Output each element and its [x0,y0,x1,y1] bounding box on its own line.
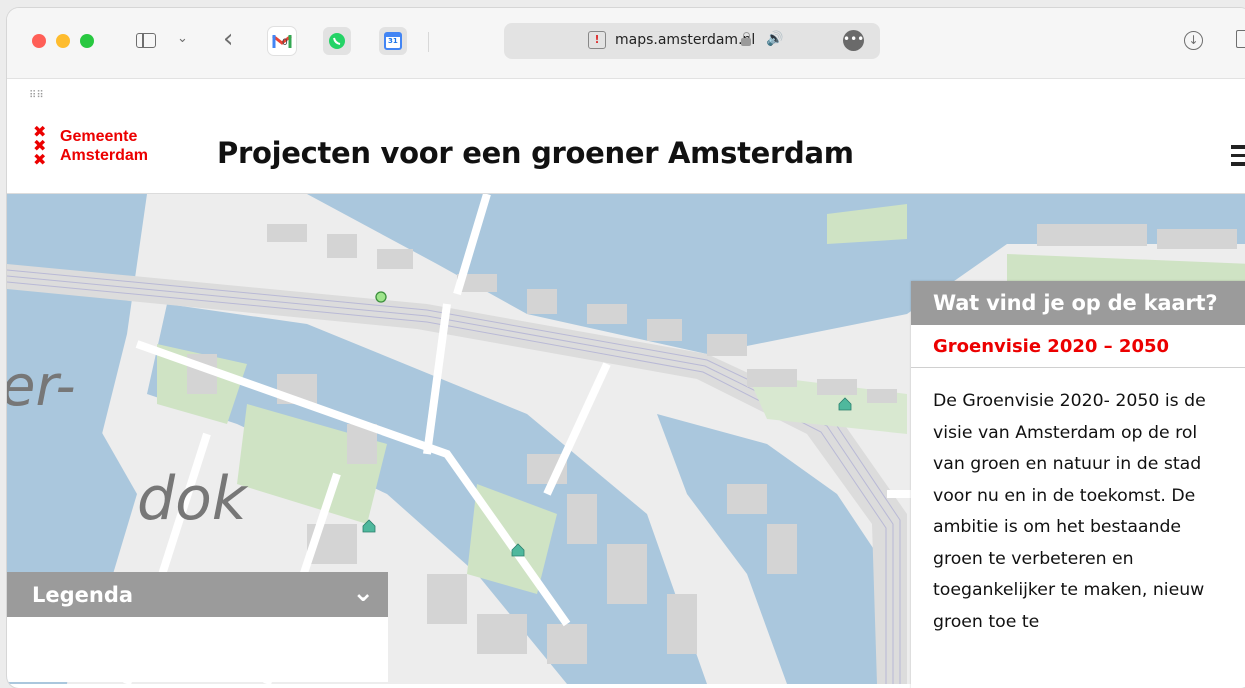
minimize-window-button[interactable] [56,34,70,48]
back-button[interactable]: ‹ [223,24,233,54]
close-window-button[interactable] [32,34,46,48]
gmail-badge: 0 [282,38,288,48]
sidebar-toggle-icon[interactable] [136,33,156,48]
address-bar[interactable]: ! maps.amsterdam.nl 🔊 ••• [504,23,880,59]
map-point-marker [375,291,387,303]
page-header: ✖ ✖ ✖ Gemeente Amsterdam Projecten voor ee… [7,113,1245,194]
logo-text: Gemeente Amsterdam [60,128,149,164]
whatsapp-icon [329,33,345,49]
browser-toolbar: ⌄ ‹ 0 31 ! maps.amsterdam.nl 🔊 ••• ↓ [7,8,1245,79]
hamburger-menu-icon[interactable] [1231,145,1245,171]
lock-icon [741,32,751,46]
info-panel: Wat vind je op de kaart? Groenvisie 2020… [911,281,1245,688]
info-panel-heading[interactable]: Wat vind je op de kaart? [911,281,1245,325]
chevron-down-icon[interactable]: ⌄ [352,578,374,608]
chevron-down-icon[interactable]: ⌄ [177,31,188,46]
legend-title: Legenda [32,583,134,607]
speaker-icon[interactable]: 🔊 [766,31,783,47]
url-text[interactable]: maps.amsterdam.nl [615,32,755,48]
info-panel-subheading: Groenvisie 2020 – 2050 [911,325,1245,368]
more-options-icon[interactable]: ••• [843,30,864,51]
download-icon[interactable]: ↓ [1184,31,1203,50]
info-panel-body: De Groenvisie 2020- 2050 is de visie van… [933,391,1206,632]
browser-window: ⌄ ‹ 0 31 ! maps.amsterdam.nl 🔊 ••• ↓ ⠿⠿ … [7,8,1245,688]
fullscreen-window-button[interactable] [80,34,94,48]
calendar-favorite[interactable]: 31 [379,27,407,55]
whatsapp-favorite[interactable] [323,27,351,55]
legend-header[interactable]: Legenda ⌄ [7,572,388,617]
apps-grid-icon[interactable]: ⠿⠿ [29,90,44,101]
map-place-label: dok [137,464,247,534]
page-title: Projecten voor een groener Amsterdam [217,136,854,170]
toolbar-divider [428,32,429,52]
page-warning-icon[interactable]: ! [588,31,606,49]
gmail-favorite[interactable]: 0 [268,27,296,55]
andreas-crosses-icon: ✖ ✖ ✖ [33,122,47,169]
map-place-label: er- [7,354,76,419]
calendar-day: 31 [388,37,398,45]
share-icon[interactable] [1236,30,1245,48]
